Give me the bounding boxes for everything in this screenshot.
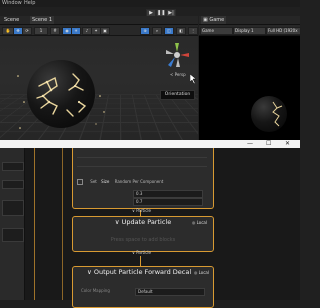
game-view-select[interactable]: Game <box>200 27 233 35</box>
game-tab-bar: ▣ Game <box>199 16 300 25</box>
panel-field[interactable] <box>2 228 24 242</box>
render-button[interactable]: ◧ <box>176 27 186 35</box>
tab-scene-1[interactable]: Scene 1 <box>30 16 55 24</box>
chevron-down-icon: ∨ <box>87 268 94 276</box>
color-mapping-label: Color Mapping <box>81 288 110 293</box>
mode-label: Random Per Component <box>114 179 164 184</box>
output-particle-title: ∨ Output Particle Forward Decal <box>87 268 192 276</box>
mouse-cursor-icon <box>190 74 197 84</box>
panel-field[interactable] <box>2 180 24 189</box>
set-size-row[interactable]: Set Size Random Per Component <box>77 178 207 185</box>
persp-label[interactable]: < Persp <box>170 72 186 77</box>
chevron-down-icon: ∨ <box>114 218 122 226</box>
scene-tab-bar: Scene Scene 1 <box>0 16 198 25</box>
panel-field[interactable] <box>2 200 24 216</box>
checkbox-icon[interactable] <box>77 179 83 185</box>
search-icon[interactable]: ⌕ <box>152 27 162 35</box>
panel-field[interactable] <box>2 162 24 171</box>
set-label: Set <box>90 179 97 184</box>
vfx-blackboard-panel <box>0 148 25 300</box>
menu-item-help[interactable]: Help <box>24 0 35 6</box>
color-mapping-select[interactable]: Default <box>135 288 205 296</box>
menu-bar: Window Help <box>0 0 300 7</box>
block-row <box>77 159 207 167</box>
grid-button[interactable]: # <box>50 27 60 35</box>
close-button[interactable]: ✕ <box>285 140 290 148</box>
particle-port[interactable]: ∨ Particle <box>132 208 151 213</box>
maximize-button[interactable]: ☐ <box>266 140 271 148</box>
camera-button[interactable]: ▣ <box>100 27 110 35</box>
game-view[interactable] <box>199 36 300 140</box>
size-a-field[interactable]: 0.3 <box>133 190 203 198</box>
connection-wire <box>62 148 63 300</box>
particle-port[interactable]: ∨ Particle <box>132 250 151 255</box>
menu-item-window[interactable]: Window <box>2 0 22 6</box>
game-toolbar: Game Display 1 Full HD (1920x <box>199 25 301 36</box>
vfx-window-titlebar: — ☐ ✕ <box>0 140 300 148</box>
orientation-gizmo[interactable] <box>162 40 192 70</box>
tab-scene[interactable]: Scene <box>2 16 21 24</box>
size-b-field[interactable]: 0.7 <box>133 198 203 206</box>
rotate-tool-button[interactable]: ⟳ <box>22 27 32 35</box>
orientation-tooltip: Orientation <box>160 90 195 100</box>
local-space-button[interactable]: ◎ Local <box>194 270 209 275</box>
block-row <box>77 150 207 158</box>
add-blocks-hint: Press space to add blocks <box>110 237 176 243</box>
size-label: Size <box>101 179 110 184</box>
gizmos-button[interactable]: ⊕ <box>140 27 150 35</box>
tab-game[interactable]: ▣ Game <box>201 16 227 24</box>
resolution-select[interactable]: Full HD (1920x <box>266 27 301 35</box>
scene-view[interactable]: < Persp Orientation <box>0 36 198 140</box>
connection-wire <box>34 148 35 300</box>
game-sphere-object <box>251 96 287 132</box>
output-particle-block[interactable]: ∨ Output Particle Forward Decal ◎ Local … <box>72 266 214 308</box>
initialize-block[interactable]: Set Size Random Per Component 0.3 0.7 <box>72 148 214 209</box>
scene-more-button[interactable]: ⋮ <box>188 27 198 35</box>
lighting-button[interactable]: ☀ <box>71 27 81 35</box>
pivot-value-field[interactable]: 1 <box>34 27 48 35</box>
local-space-button[interactable]: ◎ Local <box>192 220 207 225</box>
game-sphere-decal <box>272 101 283 127</box>
layers-button[interactable]: ◫ <box>164 27 174 35</box>
display-select[interactable]: Display 1 <box>233 27 266 35</box>
minimize-button[interactable]: — <box>247 140 253 148</box>
scene-toolbar: ✋ ✥ ⟳ 1 # ◉ ☀ ♪ ✦ ▣ ⊕ ⌕ ◫ ◧ ⋮ <box>0 25 198 36</box>
update-particle-block[interactable]: ∨ Update Particle ◎ Local Press space to… <box>72 216 214 252</box>
